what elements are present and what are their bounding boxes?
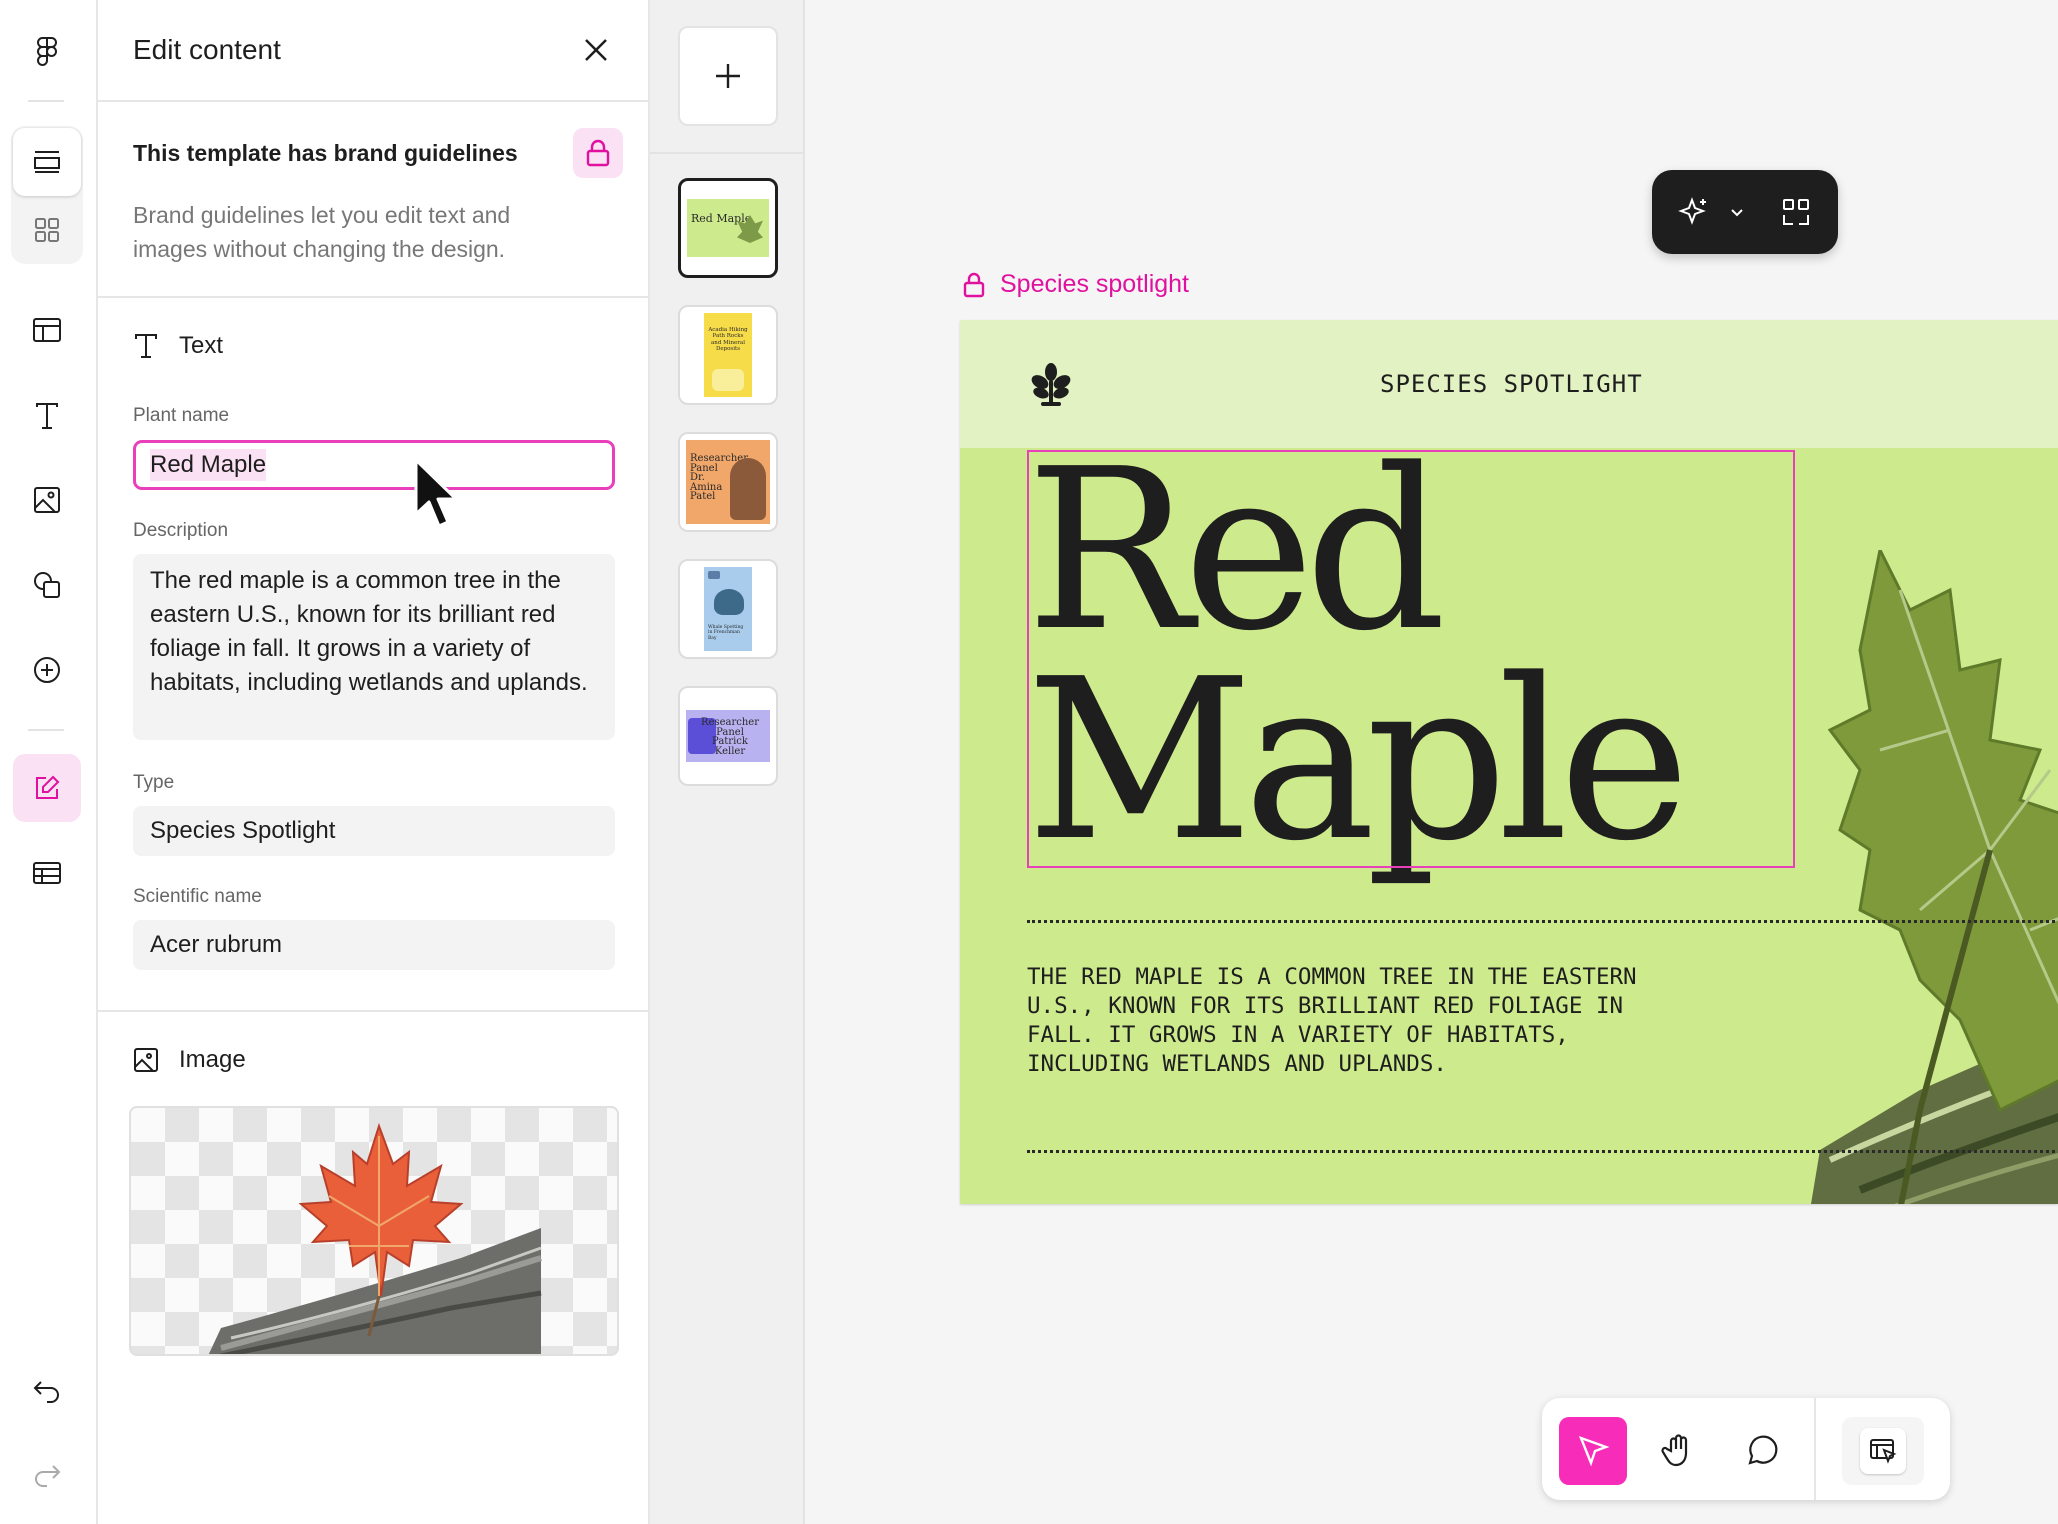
dev-mode-toggle[interactable] — [1842, 1417, 1924, 1485]
add-page-button[interactable] — [678, 26, 778, 126]
frame-select-icon[interactable] — [1780, 196, 1812, 228]
undo-icon[interactable] — [13, 1356, 81, 1424]
hand-icon[interactable] — [1644, 1417, 1712, 1485]
panel-header: Edit content — [98, 0, 648, 102]
plant-logo-icon — [1027, 360, 1075, 408]
page-thumbnail-acadia-hiking[interactable]: Acadia Hiking Path Rocks and Mineral Dep… — [678, 305, 778, 405]
type-field[interactable]: Species Spotlight — [133, 806, 615, 856]
plant-name-input[interactable]: Red Maple — [133, 440, 615, 490]
page-thumbnail-whale-spotting[interactable]: Whale Spotting in Frenchman Bay — [678, 559, 778, 659]
image-preview[interactable] — [129, 1106, 619, 1356]
artboard-eyebrow: SPECIES SPOTLIGHT — [1380, 370, 1643, 398]
plant-name-value: Red Maple — [150, 449, 267, 481]
scientific-name-field[interactable]: Acer rubrum — [133, 920, 615, 970]
dotted-divider — [1027, 920, 2058, 923]
edit-icon[interactable] — [13, 754, 81, 822]
add-circle-icon[interactable] — [13, 636, 81, 704]
figma-logo-icon[interactable] — [13, 16, 81, 84]
layers-icon[interactable] — [13, 128, 81, 196]
page-thumbnail-researcher-patrick[interactable]: Researcher Panel Patrick Keller — [678, 686, 778, 786]
layout-icon[interactable] — [13, 296, 81, 364]
context-toolbar — [1652, 170, 1838, 254]
brand-guidelines-notice: This template has brand guidelines Brand… — [98, 102, 648, 298]
guidelines-description: Brand guidelines let you edit text and i… — [133, 202, 511, 262]
text-section: Text Plant name Red Maple Description Th… — [98, 298, 648, 1012]
bottom-toolbar — [1542, 1398, 1950, 1500]
redo-icon[interactable] — [13, 1440, 81, 1508]
page-thumbnail-researcher-amina[interactable]: Researcher Panel Dr. Amina Patel — [678, 432, 778, 532]
tool-rail — [0, 0, 98, 1524]
guidelines-title: This template has brand guidelines — [133, 140, 518, 166]
text-section-header: Text — [133, 332, 223, 360]
close-icon[interactable] — [578, 32, 614, 68]
lock-icon[interactable] — [573, 128, 623, 178]
comment-icon[interactable] — [1728, 1417, 1796, 1485]
pages-column: Red Maple Acadia Hiking Path Rocks and M… — [650, 0, 805, 1524]
page-thumbnail-red-maple[interactable]: Red Maple — [678, 178, 778, 278]
text-icon — [135, 334, 157, 358]
image-section-header: Image — [133, 1046, 246, 1074]
description-textarea[interactable]: The red maple is a common tree in the ea… — [133, 554, 615, 740]
image-icon[interactable] — [13, 466, 81, 534]
text-icon[interactable] — [13, 382, 81, 450]
description-label: Description — [133, 520, 229, 541]
selection-outline — [1027, 450, 1795, 868]
plant-name-label: Plant name — [133, 405, 230, 426]
plus-icon — [716, 64, 740, 88]
move-cursor-icon[interactable] — [1559, 1417, 1627, 1485]
dev-mode-icon[interactable] — [1860, 1428, 1906, 1474]
text-section-label: Text — [179, 332, 224, 359]
frame-label[interactable]: Species spotlight — [962, 270, 1189, 299]
dotted-divider — [1027, 1150, 2058, 1153]
image-section-label: Image — [179, 1046, 246, 1073]
type-label: Type — [133, 772, 175, 793]
image-icon — [134, 1048, 158, 1072]
edit-content-panel: Edit content This template has brand gui… — [98, 0, 650, 1524]
lock-icon — [963, 272, 985, 297]
species-spotlight-artboard[interactable]: SPECIES SPOTLIGHT Red Maple THE RED MAPL… — [960, 320, 2058, 1204]
assets-grid-icon[interactable] — [13, 196, 81, 264]
table-icon[interactable] — [13, 839, 81, 907]
mouse-cursor-icon — [414, 458, 458, 528]
maple-leaf-image — [208, 1122, 542, 1354]
ai-sparkle-icon[interactable] — [1678, 196, 1710, 228]
chevron-down-icon[interactable] — [1729, 204, 1745, 220]
shapes-icon[interactable] — [13, 551, 81, 619]
scientific-name-label: Scientific name — [133, 886, 262, 907]
panel-title: Edit content — [133, 34, 281, 65]
artboard-body[interactable]: THE RED MAPLE IS A COMMON TREE IN THE EA… — [1027, 963, 1677, 1079]
